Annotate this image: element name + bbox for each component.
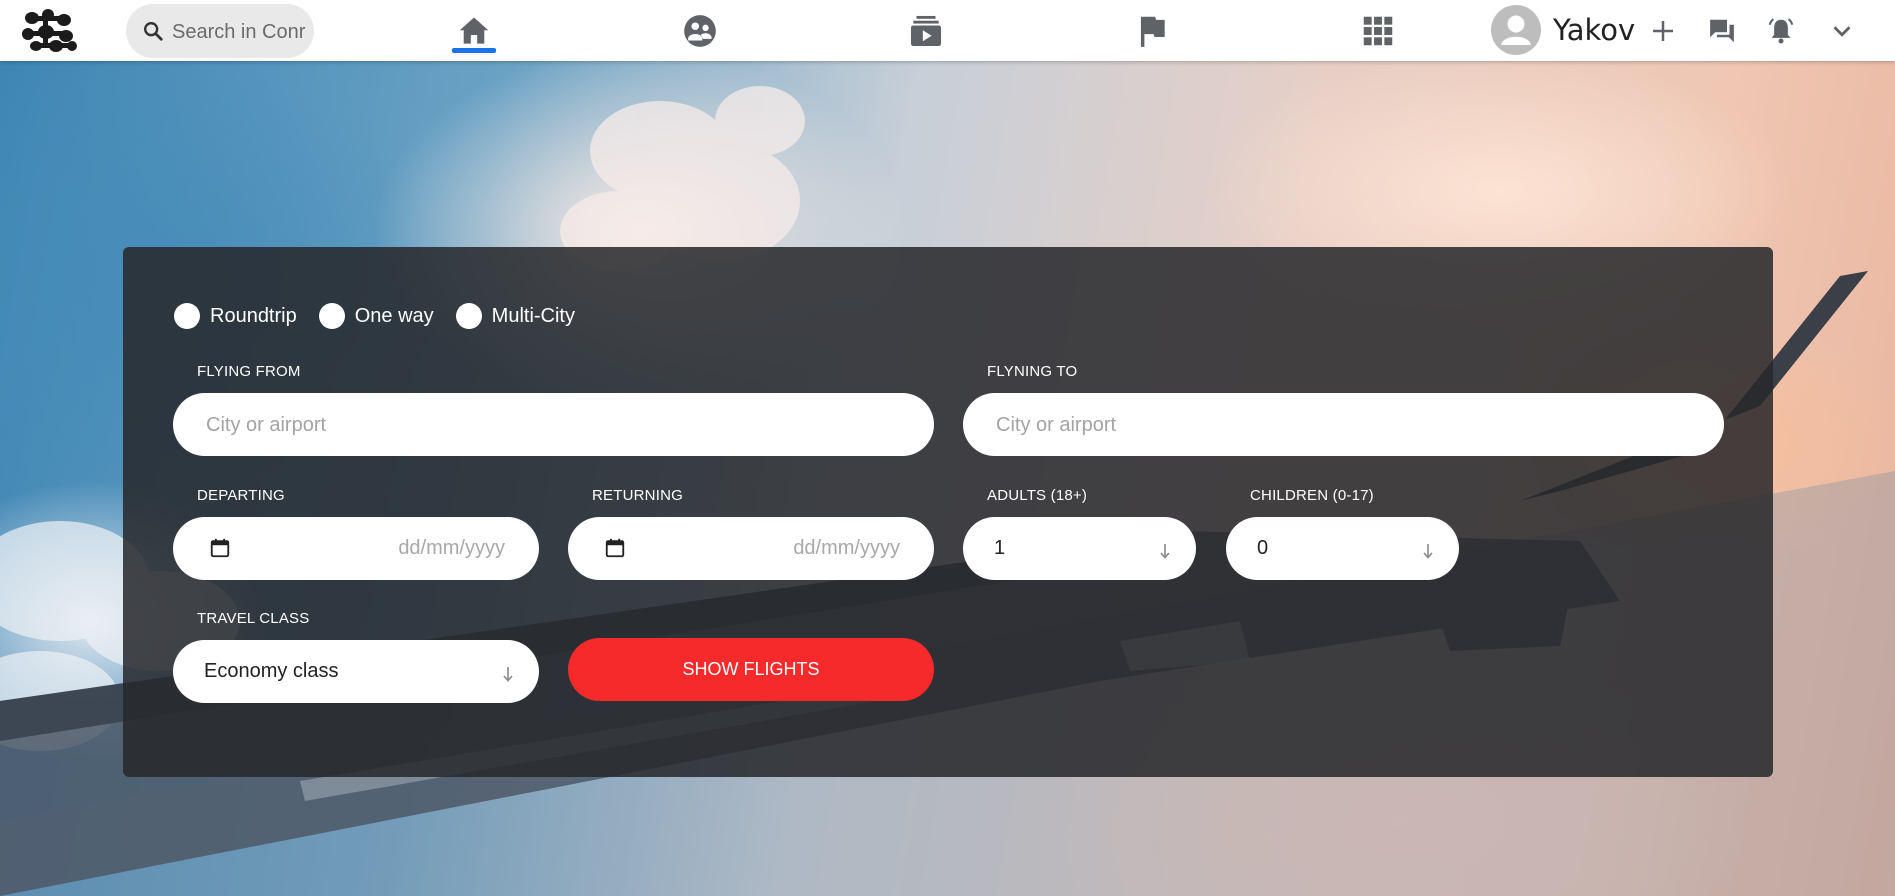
radio-one-way[interactable]: One way (318, 303, 434, 329)
search-box[interactable] (126, 4, 314, 58)
travel-class-value: Economy class (204, 660, 339, 682)
chat-icon (1710, 19, 1734, 43)
calendar-icon[interactable] (209, 537, 231, 559)
radio-roundtrip[interactable]: Roundtrip (174, 303, 297, 329)
departing-date-placeholder: dd/mm/yyyy (398, 537, 505, 559)
travel-class-label: TRAVEL CLASS (197, 610, 310, 627)
trip-type-group: Roundtrip One way Multi-City (174, 301, 597, 331)
departing-label: DEPARTING (197, 487, 285, 504)
search-input[interactable] (170, 4, 310, 58)
active-tab-indicator (452, 48, 496, 53)
children-value: 0 (1257, 537, 1269, 559)
watch-icon (910, 15, 942, 47)
radio-multi-city[interactable]: Multi-City (455, 303, 575, 329)
nav-apps[interactable] (1355, 8, 1401, 54)
radio-circle[interactable] (318, 303, 345, 329)
flying-from-label: FLYING FROM (197, 363, 301, 380)
plus-icon (1653, 21, 1673, 41)
messages-button[interactable] (1705, 14, 1739, 48)
avatar[interactable] (1491, 5, 1541, 55)
flying-to-input[interactable] (994, 393, 1698, 458)
returning-label: RETURNING (592, 487, 683, 504)
radio-circle[interactable] (455, 303, 482, 329)
account-menu-button[interactable] (1825, 14, 1859, 48)
radio-label: One way (354, 304, 434, 327)
search-icon (144, 22, 163, 41)
adults-select[interactable]: 1 (963, 517, 1196, 580)
departing-date-field[interactable]: dd/mm/yyyy (173, 517, 539, 580)
bell-icon (1768, 18, 1794, 44)
top-navbar: Yakov (0, 0, 1895, 61)
groups-icon (684, 15, 716, 47)
create-button[interactable] (1646, 14, 1680, 48)
username[interactable]: Yakov (1553, 13, 1635, 47)
arrow-down-icon (503, 667, 513, 682)
returning-date-field[interactable]: dd/mm/yyyy (568, 517, 934, 580)
flying-from-field[interactable] (173, 393, 934, 458)
notifications-button[interactable] (1764, 14, 1798, 48)
flying-to-label: FLYNING TO (987, 363, 1078, 380)
children-select[interactable]: 0 (1226, 517, 1459, 580)
calendar-icon[interactable] (604, 537, 626, 559)
returning-date-placeholder: dd/mm/yyyy (793, 537, 900, 559)
adults-label: ADULTS (18+) (987, 487, 1088, 504)
arrow-down-icon (1160, 544, 1170, 559)
flying-from-input[interactable] (204, 393, 908, 458)
nav-watch[interactable] (903, 8, 949, 54)
flag-icon (1140, 16, 1165, 47)
flight-search-panel: Roundtrip One way Multi-City FLYING FROM… (123, 247, 1773, 777)
show-flights-button[interactable]: SHOW FLIGHTS (568, 638, 934, 701)
arrow-down-icon (1423, 544, 1433, 559)
chevron-down-icon (1833, 26, 1851, 37)
apps-icon (1363, 16, 1393, 46)
avatar-icon (1501, 15, 1531, 45)
radio-circle[interactable] (174, 303, 200, 329)
nav-groups[interactable] (677, 8, 723, 54)
logo-icon[interactable] (20, 6, 80, 54)
flying-to-field[interactable] (963, 393, 1724, 458)
radio-label: Multi-City (491, 304, 575, 327)
travel-class-select[interactable]: Economy class (173, 640, 539, 703)
adults-value: 1 (994, 537, 1006, 559)
nav-pages[interactable] (1129, 8, 1175, 54)
home-icon (459, 17, 489, 44)
children-label: CHILDREN (0-17) (1250, 487, 1374, 504)
radio-label: Roundtrip (210, 304, 297, 327)
